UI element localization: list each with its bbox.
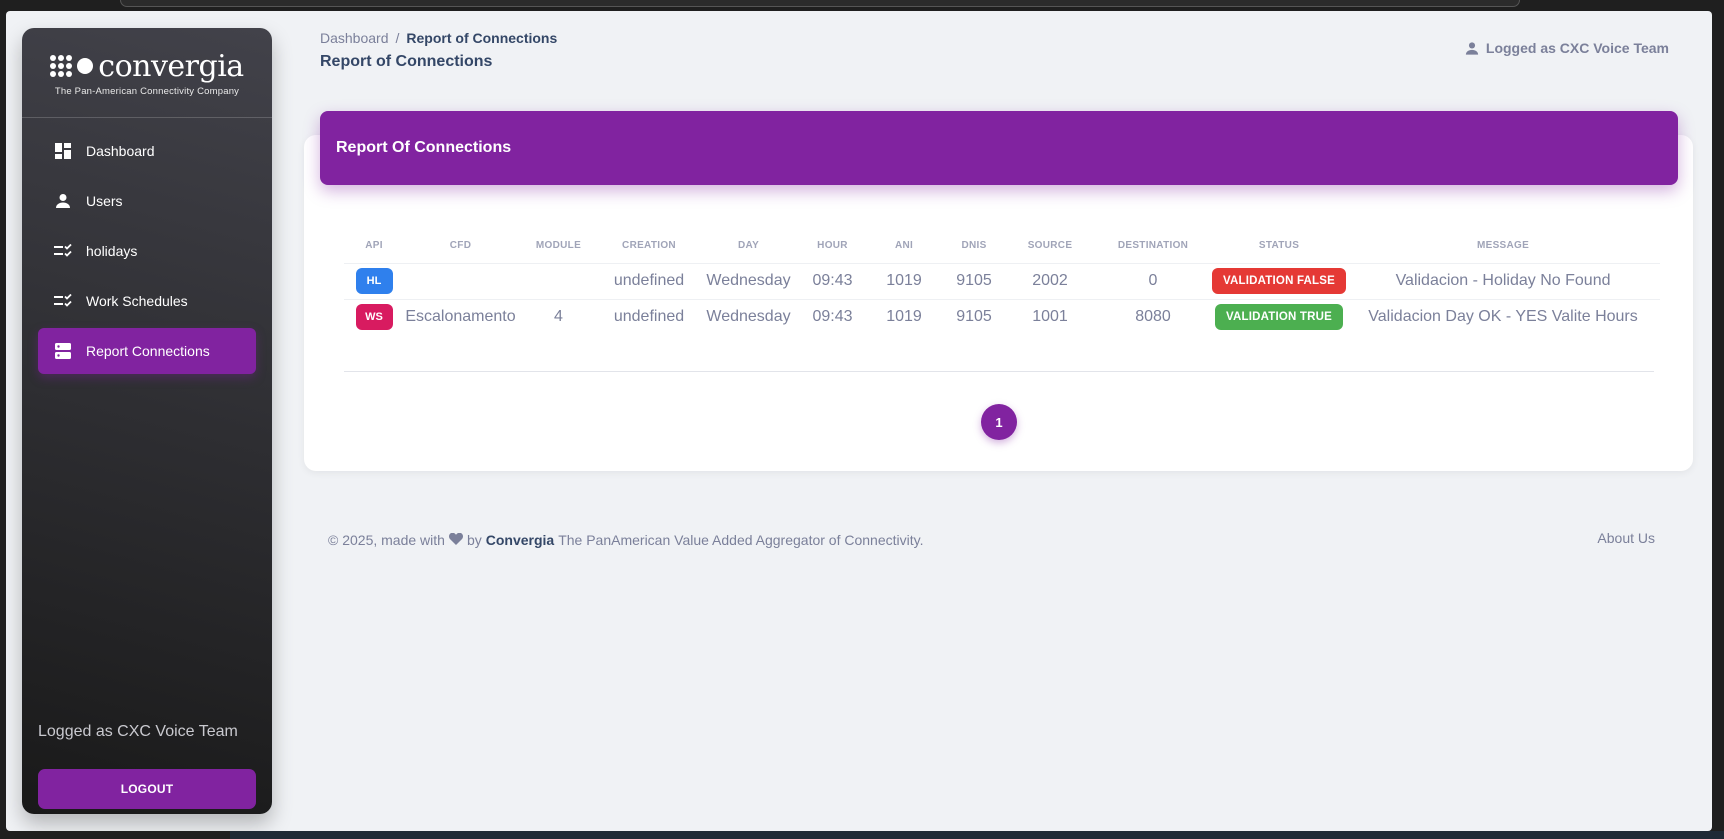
api-cell: WS [344, 299, 404, 335]
checklist-icon [54, 242, 72, 260]
logout-button[interactable]: LOGOUT [38, 769, 256, 809]
dashboard-icon [54, 142, 72, 160]
table-row[interactable]: WS Escalonamento 4 undefined Wednesday 0… [344, 299, 1660, 335]
background-editor-strip [230, 831, 1724, 839]
column-header: ANI [866, 229, 942, 264]
user-icon [54, 192, 72, 210]
column-header: HOUR [799, 229, 866, 264]
source-cell: 1001 [1032, 308, 1068, 326]
destination-cell: 8080 [1135, 308, 1171, 326]
sidebar-item-label: Users [86, 192, 123, 209]
app-window: convergia The Pan-American Connectivity … [6, 11, 1712, 831]
pagination-page-button[interactable]: 1 [981, 404, 1017, 440]
breadcrumb-separator: / [395, 30, 400, 46]
destination-cell: 0 [1094, 263, 1212, 300]
brand-logo[interactable]: convergia The Pan-American Connectivity … [22, 48, 272, 108]
message-cell: Validacion Day OK - YES Valite Hours [1368, 308, 1638, 326]
sidebar-item-label: Dashboard [86, 142, 155, 159]
storage-icon [54, 342, 72, 360]
heart-icon [448, 532, 463, 548]
hour-cell: 09:43 [799, 263, 866, 300]
column-header: DNIS [942, 229, 1006, 264]
message-cell: Validacion - Holiday No Found [1346, 263, 1661, 300]
footer-suffix: The PanAmerican Value Added Aggregator o… [558, 532, 924, 548]
sidebar-item-label: holidays [86, 242, 138, 259]
cfd-cell [404, 263, 517, 300]
sidebar-divider [22, 117, 272, 118]
sidebar-item-users[interactable]: Users [38, 178, 256, 223]
header-user-text: Logged as CXC Voice Team [1485, 40, 1669, 56]
ani-cell: 1019 [866, 263, 942, 300]
module-cell: 4 [554, 308, 563, 326]
ani-cell: 1019 [886, 308, 922, 326]
column-header: STATUS [1212, 229, 1347, 264]
sidebar-user-text: Logged as CXC Voice Team [38, 723, 238, 740]
dnis-cell: 9105 [956, 308, 992, 326]
about-us-link[interactable]: About Us [1597, 530, 1655, 546]
sidebar-item-report-connections[interactable]: Report Connections [38, 328, 256, 374]
page-title: Report of Connections [320, 53, 493, 70]
footer-by: by [466, 532, 482, 548]
header-user[interactable]: Logged as CXC Voice Team [1465, 40, 1669, 56]
footer-brand-link[interactable]: Convergia [486, 532, 554, 548]
column-header: CFD [404, 229, 517, 264]
creation-cell: undefined [600, 263, 698, 300]
cfd-cell: Escalonamento [405, 308, 516, 326]
sidebar: convergia The Pan-American Connectivity … [22, 28, 272, 814]
logo-wordmark: convergia [98, 48, 244, 84]
card-title: Report Of Connections [336, 139, 512, 156]
column-header: MESSAGE [1346, 229, 1661, 264]
sidebar-item-work-schedules[interactable]: Work Schedules [38, 278, 256, 323]
sidebar-nav: Dashboard Users holidays Work Schedules [38, 128, 256, 379]
status-badge: VALIDATION FALSE [1212, 268, 1347, 294]
creation-cell: undefined [613, 308, 685, 326]
table-row[interactable]: HL undefined Wednesday 09:43 1019 9105 2… [344, 263, 1661, 300]
checklist-icon [54, 292, 72, 310]
column-header: MODULE [517, 229, 600, 264]
status-cell: VALIDATION TRUE [1212, 299, 1346, 335]
module-cell [517, 263, 600, 300]
column-header: API [344, 229, 404, 264]
sidebar-item-dashboard[interactable]: Dashboard [38, 128, 256, 173]
column-header: CREATION [600, 229, 698, 264]
column-header: DAY [698, 229, 799, 264]
day-cell: Wednesday [706, 308, 791, 326]
logo-tagline: The Pan-American Connectivity Company [54, 85, 240, 97]
table-divider [344, 371, 1654, 372]
table-header-row: API CFD MODULE CREATION DAY HOUR ANI DNI… [344, 229, 1661, 264]
logo-circle-icon [77, 58, 94, 74]
breadcrumb-root-link[interactable]: Dashboard [320, 30, 389, 46]
hour-cell: 09:43 [812, 308, 853, 326]
sidebar-item-label: Report Connections [86, 343, 210, 359]
sidebar-item-label: Work Schedules [86, 292, 188, 309]
breadcrumb: Dashboard / Report of Connections [320, 30, 557, 46]
day-cell: Wednesday [698, 263, 799, 300]
status-cell: VALIDATION FALSE [1212, 263, 1347, 300]
breadcrumb-current: Report of Connections [406, 30, 558, 46]
user-icon [1465, 41, 1479, 55]
footer-prefix: © 2025, made with [328, 532, 445, 548]
dnis-cell: 9105 [942, 263, 1006, 300]
logo-dots-icon [50, 55, 73, 77]
api-cell: HL [344, 263, 404, 300]
source-cell: 2002 [1006, 263, 1094, 300]
footer: © 2025, made with by Convergia The PanAm… [328, 532, 923, 548]
connections-table: API CFD MODULE CREATION DAY HOUR ANI DNI… [344, 229, 1661, 335]
card-header: Report Of Connections [320, 111, 1678, 185]
column-header: SOURCE [1006, 229, 1094, 264]
api-badge: HL [355, 268, 393, 294]
status-badge: VALIDATION TRUE [1214, 304, 1344, 331]
browser-chrome-strip [120, 0, 1520, 7]
api-badge: WS [355, 304, 393, 331]
column-header: DESTINATION [1094, 229, 1212, 264]
sidebar-item-holidays[interactable]: holidays [38, 228, 256, 273]
